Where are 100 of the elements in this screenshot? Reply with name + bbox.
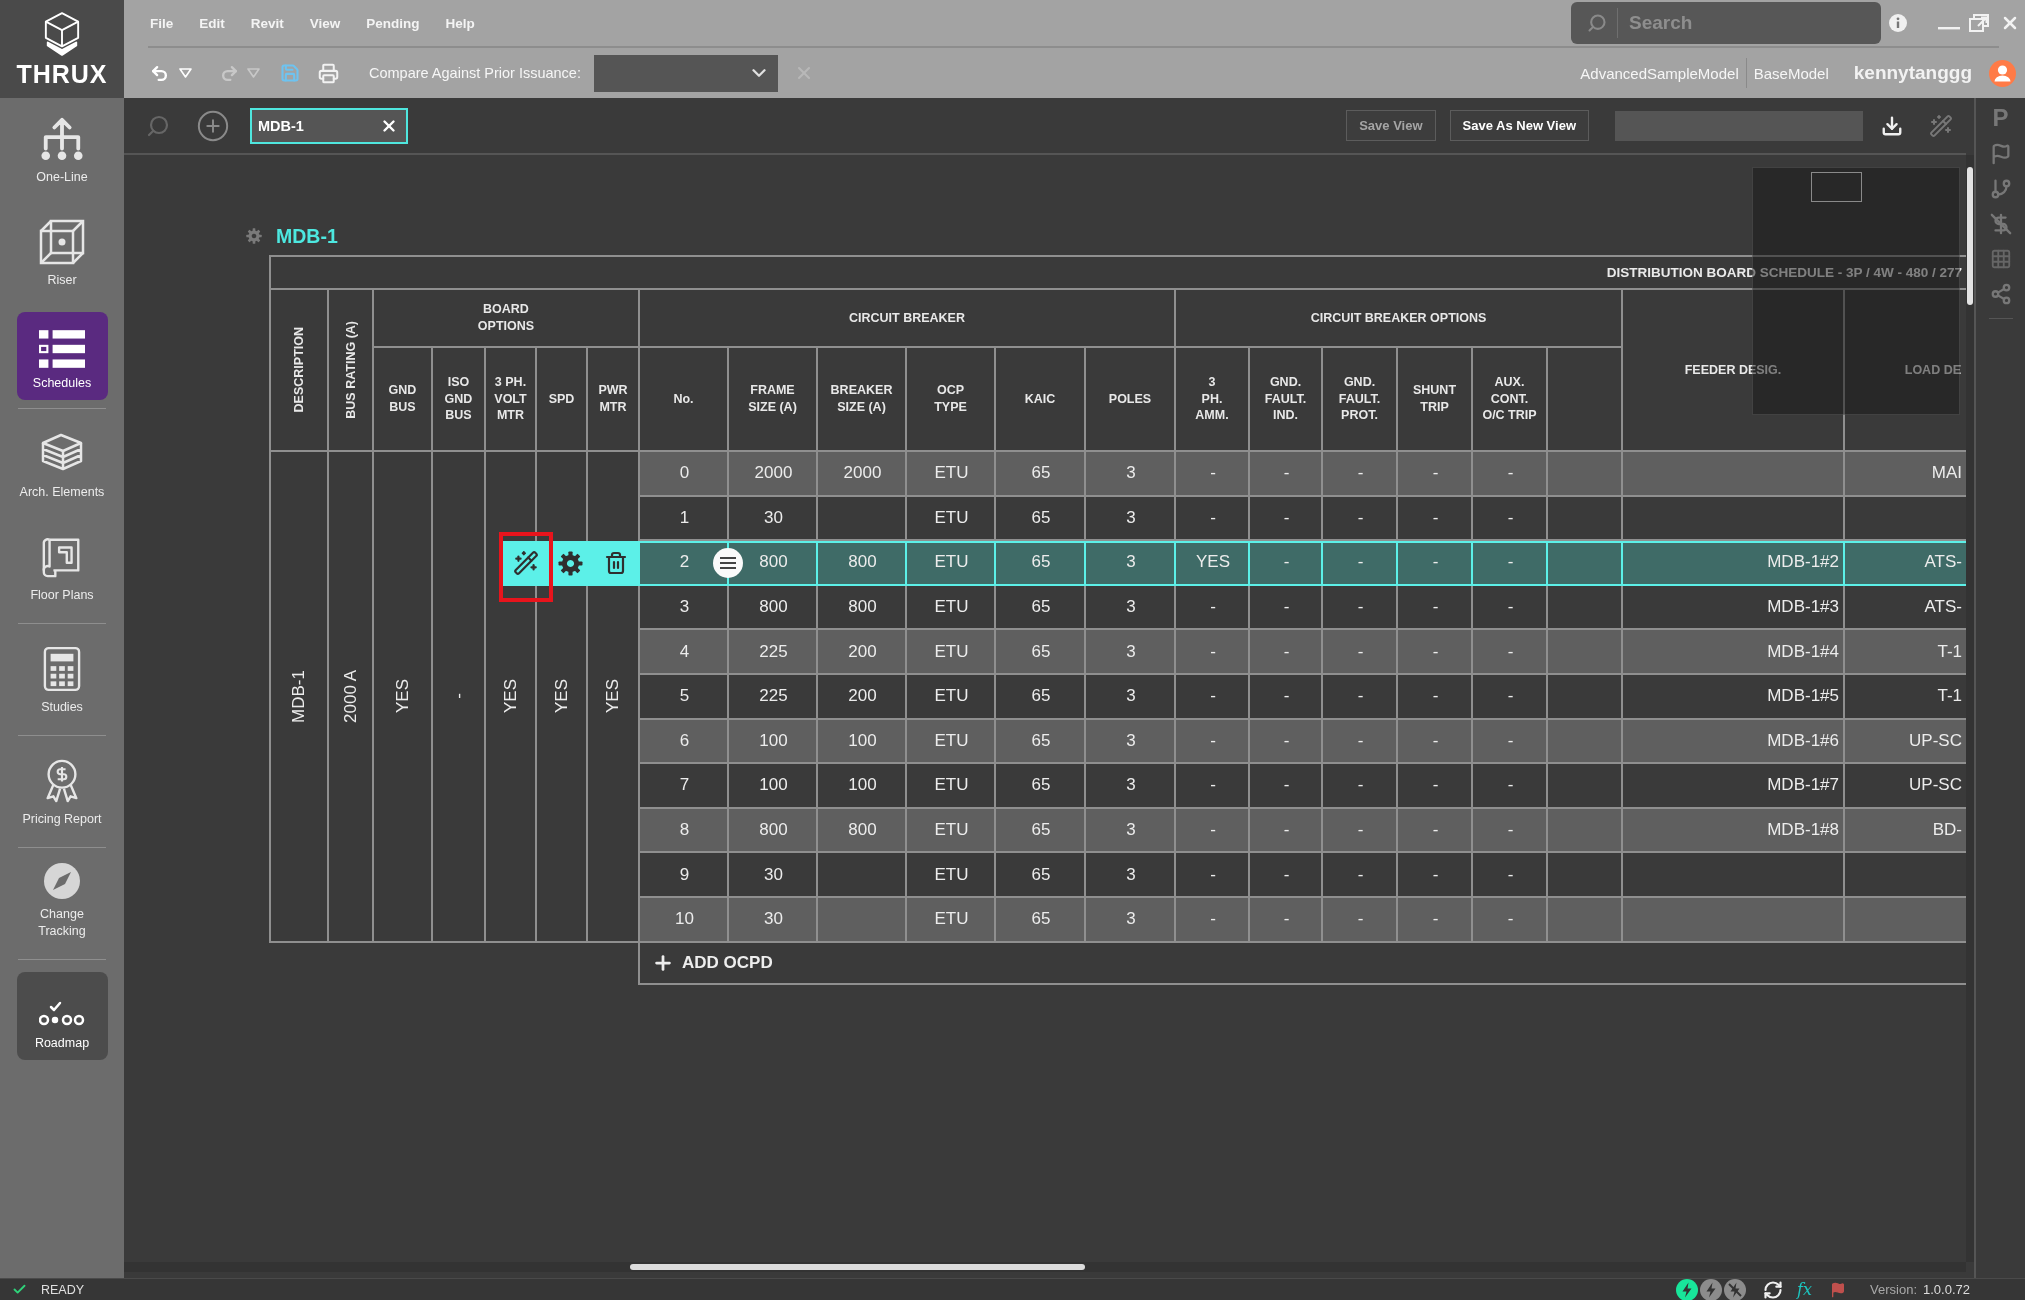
sidebar-item[interactable]: Change Tracking (16, 860, 108, 948)
avatar-icon[interactable] (1989, 59, 2016, 87)
sidebar-item[interactable]: Studies (16, 636, 108, 724)
table-cell: MDB-1#8 (1623, 808, 1845, 854)
table-cell: - (1323, 452, 1398, 497)
table-cell: - (1176, 496, 1250, 542)
table-row[interactable]: 0 2000 2000 ETU 65 3 - - - - - MAI (640, 452, 1966, 497)
table-row[interactable]: 6 100 100 ETU 65 3 - - - - - MDB-1#6 UP-SC (640, 719, 1966, 765)
table-cell: 800 (729, 808, 818, 854)
table-cell: 3 (1086, 452, 1176, 497)
table-cell: ETU (907, 808, 996, 854)
sidebar-item[interactable]: Floor Plans (16, 524, 108, 612)
flag-icon[interactable] (1830, 1281, 1846, 1298)
table-cell: YES (603, 679, 623, 714)
minimap-viewport-frame[interactable] (1811, 172, 1862, 202)
formula-button[interactable]: fx (1797, 1280, 1812, 1299)
hierarchy-icon (40, 116, 84, 163)
table-cell: - (1323, 541, 1398, 586)
version-text: 1.0.0.72 (1923, 1282, 1970, 1297)
table-cell: ETU (907, 541, 996, 586)
table-cell: ETU (907, 452, 996, 497)
column-header: PWR MTR (588, 348, 640, 452)
magic-wand-icon[interactable] (1929, 113, 1953, 138)
branch-icon[interactable] (1989, 178, 2012, 200)
lightning-off-icon[interactable] (1724, 1278, 1747, 1300)
lightning-status-icon[interactable] (1700, 1278, 1723, 1300)
table-cell: - (1323, 496, 1398, 542)
compass-icon (44, 863, 80, 900)
table-row[interactable]: 2 800 800 ETU 65 3 YES - - - - MDB-1#2 ATS- (640, 541, 1966, 586)
table-cell: ETU (907, 719, 996, 765)
table-cell: 4 (640, 630, 729, 675)
table-cell: - (1176, 452, 1250, 497)
table-cell: - (1473, 496, 1548, 542)
table-row[interactable]: 4 225 200 ETU 65 3 - - - - - MDB-1#4 T-1 (640, 630, 1966, 675)
annotation-frame (499, 532, 553, 603)
table-cell: 200 (818, 630, 907, 675)
add-circle-icon[interactable] (196, 108, 230, 143)
sync-icon[interactable] (1763, 1279, 1784, 1300)
calculator-icon (43, 646, 81, 693)
sidebar-item[interactable]: Schedules (16, 312, 108, 400)
table-cell: - (1473, 630, 1548, 675)
sidebar-item[interactable]: Pricing Report (16, 748, 108, 836)
schedule-title: MDB-1 (276, 224, 338, 248)
grid-icon[interactable] (1989, 248, 2012, 270)
table-cell: - (1398, 808, 1473, 854)
table-row[interactable]: 8 800 800 ETU 65 3 - - - - - MDB-1#8 BD- (640, 808, 1966, 854)
table-cell: - (1176, 808, 1250, 854)
table-cell: MDB-1#2 (1623, 541, 1845, 586)
table-cell: 30 (729, 496, 818, 542)
caret-icon[interactable] (247, 68, 260, 78)
info-icon[interactable] (1889, 14, 1907, 32)
add-ocpd-button[interactable]: ADD OCPD (638, 942, 1966, 985)
table-cell: 65 (996, 808, 1086, 854)
table-cell: - (1473, 452, 1548, 497)
table-cell: 3 (1086, 541, 1176, 586)
column-group-header: CIRCUIT BREAKER (640, 290, 1176, 348)
undo-icon[interactable] (150, 63, 169, 83)
print-icon[interactable] (318, 62, 339, 84)
table-cell: 65 (996, 452, 1086, 497)
table-cell: YES (1176, 541, 1250, 586)
table-row[interactable]: 10 30 ETU 65 3 - - - - - (640, 897, 1966, 943)
table-row[interactable]: 1 30 ETU 65 3 - - - - - (640, 496, 1966, 542)
table-cell: 10 (640, 897, 729, 943)
settings-icon[interactable] (246, 228, 262, 244)
model-name[interactable]: AdvancedSampleModel (1580, 64, 1739, 82)
sidebar-item[interactable]: One-Line (16, 106, 108, 194)
column-group-header: BOARD OPTIONS (374, 290, 640, 348)
table-cell: - (1323, 897, 1398, 943)
model-name[interactable]: BaseModel (1753, 64, 1829, 82)
column-header: 3 PH. VOLT MTR (486, 348, 537, 452)
download-icon[interactable] (1881, 114, 1903, 137)
sidebar-item[interactable]: Riser (16, 209, 108, 297)
table-cell: - (1323, 719, 1398, 765)
table-cell: ETU (907, 496, 996, 542)
share-icon[interactable] (1989, 283, 2012, 305)
table-cell: 8 (640, 808, 729, 854)
lightning-status-icon[interactable] (1676, 1278, 1699, 1300)
table-cell: YES (551, 679, 572, 714)
compare-dropdown[interactable] (593, 54, 778, 92)
table-cell: - (1473, 808, 1548, 854)
row-menu-button[interactable] (713, 548, 743, 579)
table-cell: 0 (640, 452, 729, 497)
sidebar-item[interactable]: Roadmap (16, 972, 108, 1060)
p-button[interactable]: P (1992, 106, 2009, 130)
table-cell: 3 (1086, 808, 1176, 854)
view-tab[interactable]: MDB-1 (250, 107, 408, 144)
table-cell: - (1176, 897, 1250, 943)
scrollbar-thumb[interactable] (630, 1264, 1085, 1270)
trash-icon (603, 551, 628, 576)
restore-icon[interactable] (1969, 14, 1989, 32)
scrollbar-thumb[interactable] (1967, 167, 1973, 305)
table-cell: 800 (818, 541, 907, 586)
input-field[interactable] (1615, 110, 1863, 141)
table-cell: MDB-1#6 (1623, 719, 1845, 765)
search-icon[interactable] (146, 113, 170, 138)
crossed-dollar-icon[interactable] (1989, 213, 2012, 235)
table-cell: 2000 A (340, 669, 361, 723)
save-as-new-view-button[interactable]: Save As New View (1449, 110, 1589, 141)
sidebar-item[interactable]: Arch. Elements (16, 421, 108, 509)
table-cell: 3 (1086, 897, 1176, 943)
